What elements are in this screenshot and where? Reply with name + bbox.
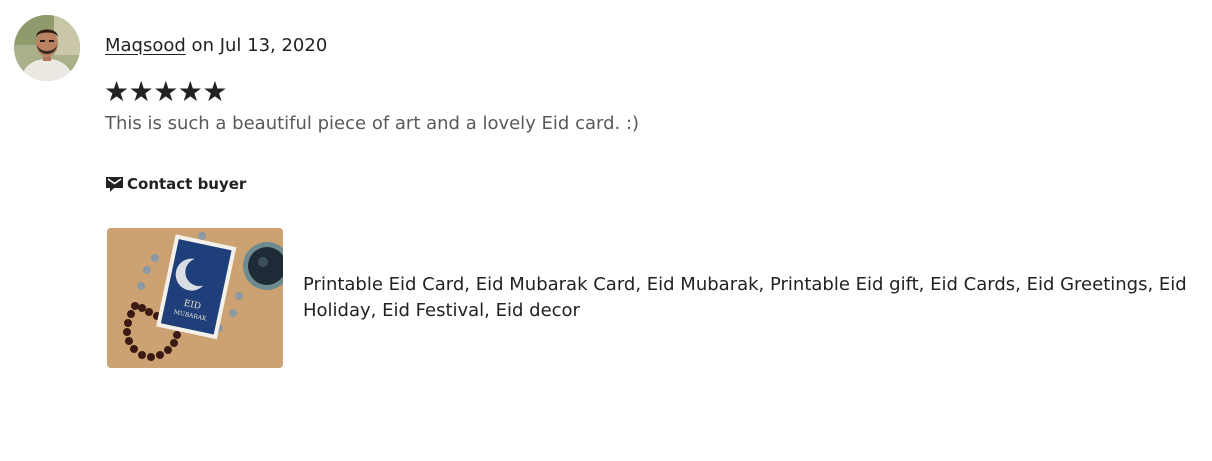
review-meta: Maqsood on Jul 13, 2020 — [105, 34, 327, 58]
star-icon: ★ — [202, 75, 228, 108]
star-icon: ★ — [153, 75, 179, 108]
listing-thumbnail[interactable]: EID MUBARAK — [107, 228, 283, 368]
contact-buyer-label: Contact buyer — [127, 174, 247, 193]
star-rating: ★ ★ ★ ★ ★ — [104, 76, 227, 108]
avatar[interactable] — [14, 15, 80, 81]
review-text: This is such a beautiful piece of art an… — [105, 113, 640, 134]
star-icon: ★ — [128, 75, 154, 108]
reviewer-name-link[interactable]: Maqsood — [105, 35, 186, 56]
star-icon: ★ — [177, 75, 203, 108]
review: Maqsood on Jul 13, 2020 ★ ★ ★ ★ ★ This i… — [0, 0, 1212, 461]
review-date: on Jul 13, 2020 — [185, 35, 328, 56]
listing-title-link[interactable]: Printable Eid Card, Eid Mubarak Card, Ei… — [303, 272, 1193, 324]
message-icon — [105, 174, 124, 193]
star-icon: ★ — [104, 75, 130, 108]
contact-buyer-button[interactable]: Contact buyer — [105, 174, 246, 193]
